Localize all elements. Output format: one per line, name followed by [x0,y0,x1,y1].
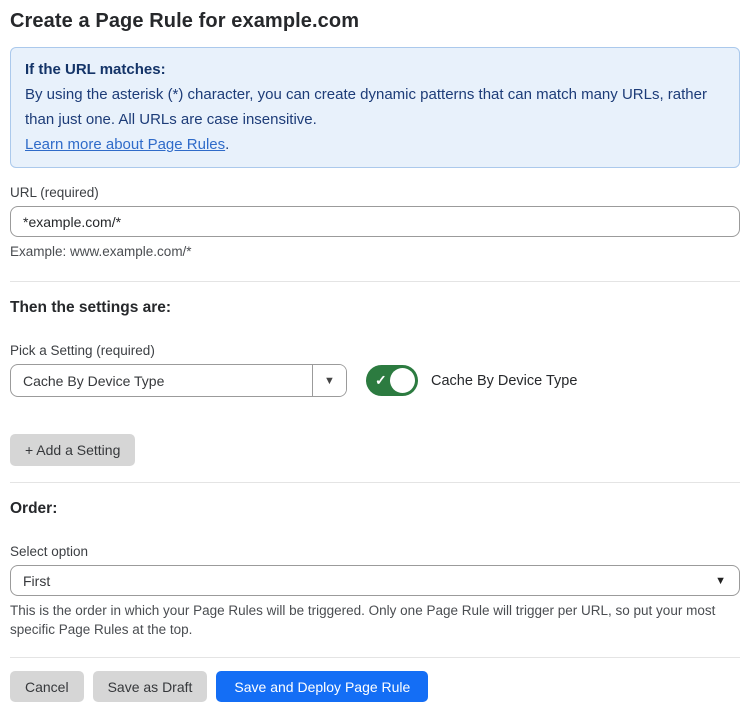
divider [10,482,740,483]
info-box-body: By using the asterisk (*) character, you… [25,82,725,132]
order-select-label: Select option [10,544,740,559]
page-title: Create a Page Rule for example.com [10,8,740,35]
url-field-label: URL (required) [10,185,740,200]
order-help-text: This is the order in which your Page Rul… [10,601,740,639]
setting-dropdown-value: Cache By Device Type [11,365,312,396]
order-section-heading: Order: [10,500,740,518]
info-box-heading: If the URL matches: [25,57,725,82]
url-input[interactable] [10,206,740,237]
setting-row: Cache By Device Type ▼ ✓ Cache By Device… [10,364,740,397]
link-period: . [225,136,229,153]
save-deploy-button[interactable]: Save and Deploy Page Rule [216,671,428,702]
add-setting-button[interactable]: + Add a Setting [10,434,135,466]
dropdown-caret-icon[interactable]: ▼ [312,365,346,396]
cancel-button[interactable]: Cancel [10,671,84,702]
order-select-value: First [23,573,50,589]
page-rule-form: Create a Page Rule for example.com If th… [0,8,750,702]
url-match-info-box: If the URL matches: By using the asteris… [10,47,740,168]
check-icon: ✓ [375,372,387,389]
footer-actions: Cancel Save as Draft Save and Deploy Pag… [10,671,740,702]
url-example-text: Example: www.example.com/* [10,244,740,259]
select-caret-icon: ▼ [715,575,726,587]
save-draft-button[interactable]: Save as Draft [93,671,208,702]
info-box-link-line: Learn more about Page Rules. [25,132,725,157]
divider [10,281,740,282]
settings-section-heading: Then the settings are: [10,299,740,317]
setting-dropdown[interactable]: Cache By Device Type ▼ [10,364,347,397]
toggle-label: Cache By Device Type [431,373,577,389]
pick-setting-label: Pick a Setting (required) [10,343,740,358]
learn-more-link[interactable]: Learn more about Page Rules [25,136,225,153]
toggle-knob [390,368,415,393]
setting-toggle[interactable]: ✓ [366,365,418,396]
order-select[interactable]: First ▼ [10,565,740,596]
divider [10,657,740,658]
